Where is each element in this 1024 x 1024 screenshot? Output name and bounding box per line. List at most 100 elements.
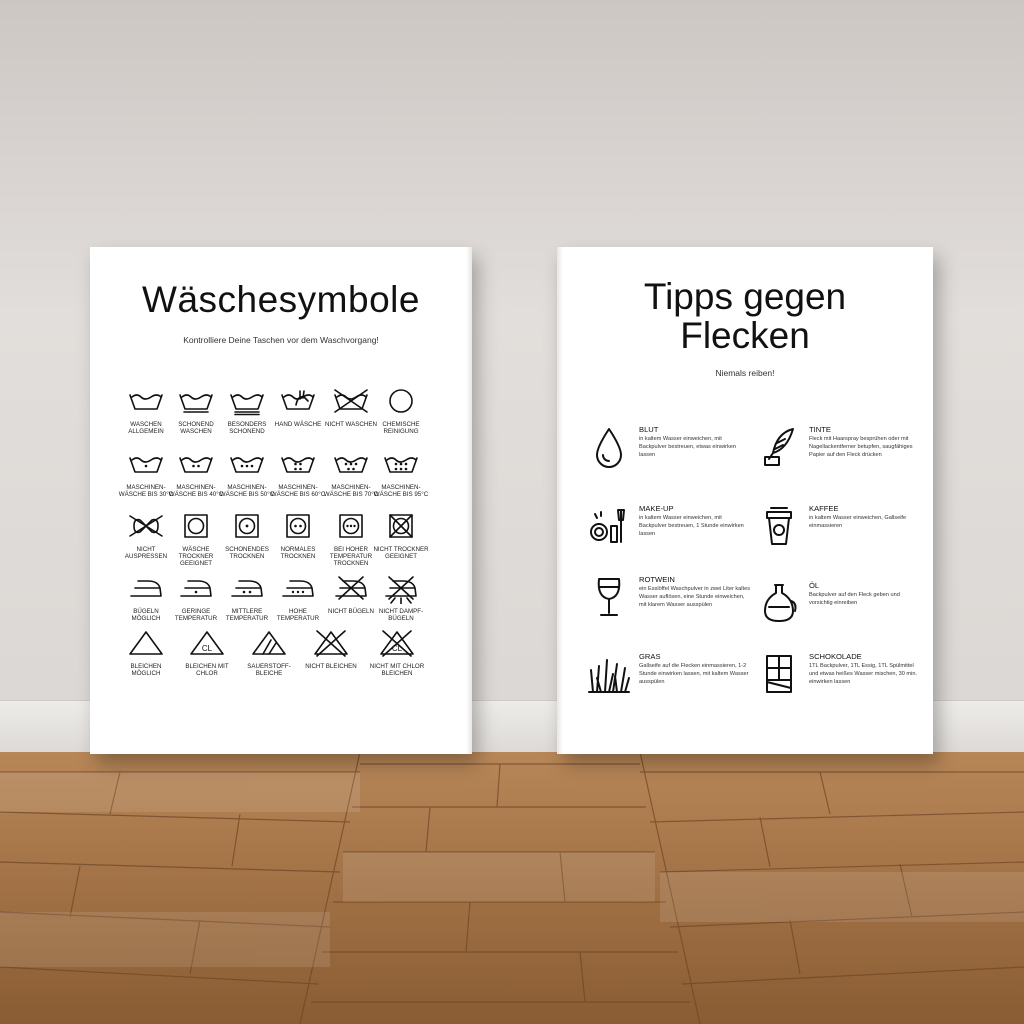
hand-wash-icon — [270, 387, 326, 417]
tub-icon — [118, 387, 174, 417]
circle-icon — [373, 387, 429, 417]
laundry-symbol: Bei hoher Temperatur trocknen — [323, 512, 379, 568]
laundry-symbol: Nicht bleichen — [303, 629, 359, 670]
poster-title: Wäschesymbole — [142, 279, 420, 320]
tip-text: ein Esslöffel Waschpulver in zwei Liter … — [639, 586, 750, 608]
no-wring-icon — [118, 512, 174, 542]
tip-title: ÖL — [809, 581, 820, 590]
svg-text:CL: CL — [392, 644, 403, 653]
symbol-label: Sauerstoff- bleiche — [247, 663, 291, 678]
tip-title: ROTWEIN — [639, 575, 675, 584]
tip-text: 1TL Backpulver, 1TL Essig, 1TL Spülmitte… — [809, 663, 917, 685]
chocolate-icon — [766, 655, 792, 693]
symbol-label: Nicht bleichen — [305, 663, 357, 670]
symbol-label: Bei hoher Temperatur trocknen — [329, 546, 373, 568]
oil-bottle-icon — [764, 584, 797, 622]
tip-text: Fleck mit Haarspray besprühen oder mit N… — [809, 436, 913, 458]
poster-subtitle: Kontrolliere Deine Taschen vor dem Wasch… — [183, 335, 379, 345]
laundry-symbol: Nicht auspressen — [118, 512, 174, 560]
svg-text:CL: CL — [202, 644, 213, 653]
laundry-symbol: Maschinen- wäsche bis 60°C — [270, 450, 326, 498]
tub-6-dots-icon — [373, 450, 429, 480]
poster-subtitle: Niemals reiben! — [715, 368, 775, 378]
symbol-label: Schonend waschen — [178, 421, 214, 436]
poster-title: Tipps gegen Flecken — [557, 277, 933, 355]
tip-text: in kaltem Wasser einweichen, mit Backpul… — [639, 436, 737, 458]
laundry-symbol: Waschen allgemein — [118, 387, 174, 435]
tub-5-dots-icon — [323, 450, 379, 480]
no-tumble-icon — [373, 512, 429, 542]
no-steam-icon — [373, 574, 429, 604]
stain-tip: KAFFEE in kaltem Wasser einweichen, Galls… — [757, 504, 929, 564]
tip-text: Gallseife auf die Flecken einmassieren, … — [639, 663, 749, 685]
tip-text: in kaltem Wasser einweichen, mit Backpul… — [639, 515, 744, 537]
symbol-label: Waschen allgemein — [128, 421, 164, 436]
symbol-label: Maschinen- wäsche bis 70°C — [323, 484, 379, 499]
laundry-symbol: Nicht Dampf- bügeln — [373, 574, 429, 622]
laundry-symbol: Maschinen- wäsche bis 95°C — [373, 450, 429, 498]
coffee-cup-icon — [766, 507, 792, 545]
iron-low-icon — [168, 574, 224, 604]
tip-title: SCHOKOLADE — [809, 652, 862, 661]
quill-ink-icon — [764, 428, 794, 466]
laundry-symbol: Bügeln möglich — [118, 574, 174, 622]
stain-tip: SCHOKOLADE 1TL Backpulver, 1TL Essig, 1TL… — [757, 652, 929, 712]
laundry-symbol: Sauerstoff- bleiche — [241, 629, 297, 677]
tip-text: Backpulver auf den Fleck geben und vorsi… — [809, 592, 900, 606]
symbol-label: Normales trocknen — [280, 546, 316, 561]
laundry-symbol: Normales trocknen — [270, 512, 326, 560]
symbol-label: Maschinen- wäsche bis 95°C — [373, 484, 429, 499]
tub-2-dots-icon — [168, 450, 224, 480]
symbol-label: Wäsche trockner geeignet — [178, 546, 214, 568]
wine-glass-icon — [597, 578, 621, 616]
tip-text: in kaltem Wasser einweichen, Gallseife e… — [809, 515, 907, 529]
laundry-symbol: Maschinen- wäsche bis 40°C — [168, 450, 224, 498]
laundry-symbol: Hohe Temperatur — [270, 574, 326, 622]
poster-title-line-2: Flecken — [680, 315, 810, 356]
tip-title: TINTE — [809, 425, 831, 434]
laundry-symbol: CL Bleichen mit Chlor — [179, 629, 235, 677]
symbol-label: Maschinen- wäsche bis 30°C — [118, 484, 174, 499]
tub-4-dots-icon — [270, 450, 326, 480]
symbol-label: Schonendes trocknen — [225, 546, 269, 561]
stain-tip: TINTE Fleck mit Haarspray besprühen oder … — [757, 425, 929, 485]
laundry-symbol: Schonendes trocknen — [219, 512, 275, 560]
iron-high-icon — [270, 574, 326, 604]
symbol-label: Hohe Temperatur — [276, 608, 320, 623]
tumble-high-icon — [323, 512, 379, 542]
iron-medium-icon — [219, 574, 275, 604]
no-bleach-icon — [303, 629, 359, 659]
tumble-dryer-icon — [168, 512, 224, 542]
laundry-symbol: CL Nicht mit Chlor bleichen — [369, 629, 425, 677]
laundry-symbol: Maschinen- wäsche bis 30°C — [118, 450, 174, 498]
laundry-symbol: Maschinen- wäsche bis 50°C — [219, 450, 275, 498]
drop-icon — [596, 428, 622, 468]
triangle-icon — [118, 629, 174, 659]
laundry-symbol: Mittlere Temperatur — [219, 574, 275, 622]
laundry-symbol: Geringe Temperatur — [168, 574, 224, 622]
laundry-symbol: Bleichen möglich — [118, 629, 174, 677]
symbol-label: Maschinen- wäsche bis 60°C — [270, 484, 326, 499]
symbol-label: Mittlere Temperatur — [225, 608, 269, 623]
symbol-label: Maschinen- wäsche bis 50°C — [219, 484, 275, 499]
symbol-label: Bleichen möglich — [130, 663, 162, 678]
symbol-label: Nicht waschen — [325, 421, 377, 428]
symbol-label: Maschinen- wäsche bis 40°C — [168, 484, 224, 499]
tumble-normal-icon — [270, 512, 326, 542]
symbol-label: Nicht mit Chlor bleichen — [369, 663, 425, 678]
tub-very-gentle-icon — [219, 387, 275, 417]
triangle-oxygen-icon — [241, 629, 297, 659]
poster-tipps-gegen-flecken: Tipps gegen Flecken Niemals reiben! BLUT… — [557, 247, 933, 754]
laundry-symbol: Schonend waschen — [168, 387, 224, 435]
tip-title: GRAS — [639, 652, 661, 661]
stain-tip: GRAS Gallseife auf die Flecken einmassier… — [587, 652, 759, 712]
laundry-symbol: Hand wäsche — [270, 387, 326, 428]
iron-icon — [118, 574, 174, 604]
stain-tip: BLUT in kaltem Wasser einweichen, mit Bac… — [587, 425, 759, 485]
stain-tip: ÖL Backpulver auf den Fleck geben und vor… — [757, 581, 929, 641]
laundry-symbol: Chemische Reinigung — [373, 387, 429, 435]
wood-floor — [0, 752, 1024, 1024]
grass-icon — [588, 659, 630, 693]
tip-title: MAKE-UP — [639, 504, 674, 513]
symbol-label: Hand wäsche — [274, 421, 322, 428]
